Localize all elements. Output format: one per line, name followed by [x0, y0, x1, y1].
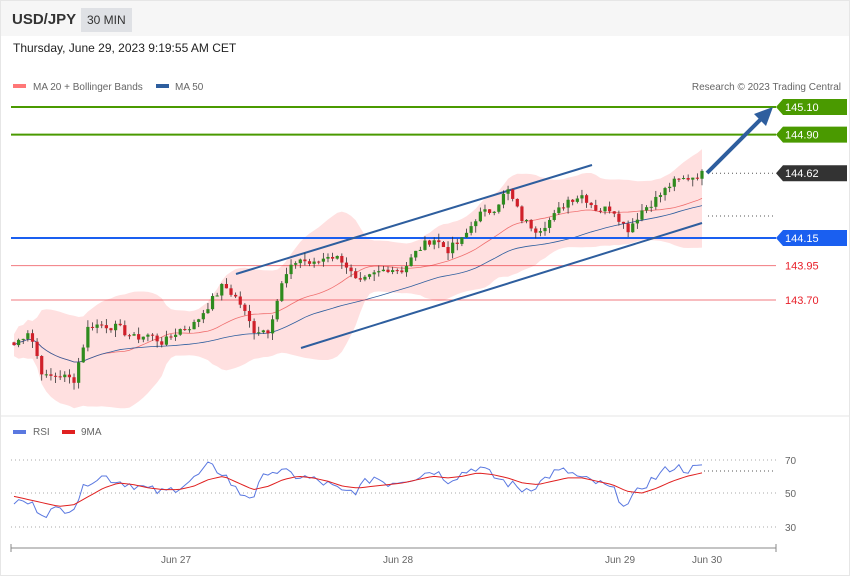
rsi-grid [11, 459, 776, 528]
target-arrow [705, 107, 773, 175]
rsi-legend: RSI [33, 427, 50, 438]
rsi-line [13, 461, 703, 519]
level-label: 143.95 [785, 261, 819, 273]
rsi-label-70: 70 [785, 456, 797, 467]
bollinger-bands [13, 149, 703, 409]
price-chart[interactable]: MA 20 + Bollinger Bands MA 50 Research ©… [0, 0, 850, 576]
x-label: Jun 27 [161, 555, 191, 566]
copyright: Research © 2023 Trading Central [692, 82, 841, 93]
x-axis: Jun 27 Jun 28 Jun 29 Jun 30 [10, 544, 777, 566]
ma50-legend-swatch [156, 84, 169, 88]
candle [275, 298, 279, 322]
level-label: 144.15 [785, 233, 819, 245]
candle [515, 198, 519, 208]
rsi-label-30: 30 [785, 523, 797, 534]
x-label: Jun 28 [383, 555, 413, 566]
rsi-ma-legend-swatch [62, 430, 75, 434]
candle [280, 281, 284, 302]
level-label: 144.62 [785, 168, 819, 180]
candle [520, 205, 524, 224]
rsi-legend-swatch [13, 430, 26, 434]
rsi-ma-legend: 9MA [81, 427, 102, 438]
ma20-legend: MA 20 + Bollinger Bands [33, 82, 143, 93]
level-label: 145.10 [785, 102, 819, 114]
rsi-label-50: 50 [785, 489, 797, 500]
ma50-legend: MA 50 [175, 82, 204, 93]
bollinger-band-fill [14, 149, 702, 409]
level-label: 144.90 [785, 130, 819, 142]
ma20-legend-swatch [13, 84, 26, 88]
x-label: Jun 30 [692, 555, 722, 566]
level-label: 143.70 [785, 295, 819, 307]
x-label: Jun 29 [605, 555, 635, 566]
